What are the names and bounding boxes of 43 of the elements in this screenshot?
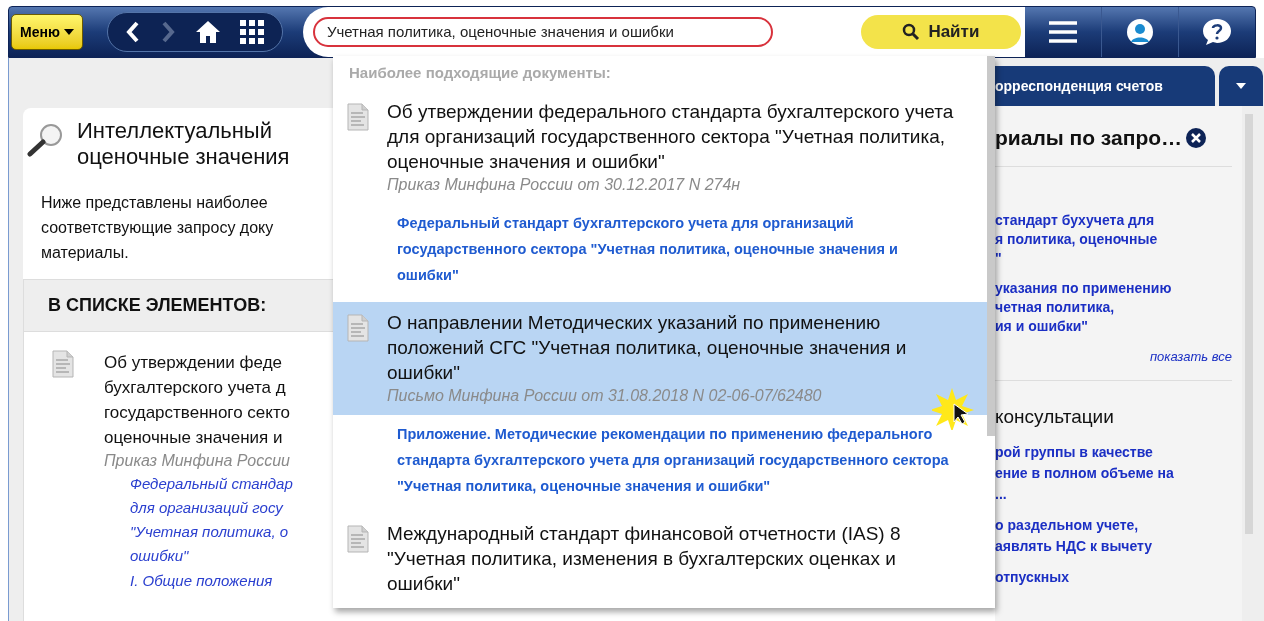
suggestion-title: Международный стандарт финансовой отчетности (IAS) 8 "Учетная политика, изменения в бухгалтерских оценках и ошибки" (387, 521, 902, 596)
suggestion-title: Об утверждении федерального стандарта бухгалтерского учета для организаций государственного сектора "Учетная политика, оценочные значения и ошибки" (387, 99, 955, 174)
document-icon (347, 524, 369, 553)
suggestion-item[interactable]: Об утверждении федерального стандарта бухгалтерского учета для организаций государственного сектора "Учетная политика, оценочные значения и ошибки" Приказ Минфина России от 30.12.2017 N 274н (333, 90, 987, 204)
search-field[interactable]: Учетная политика, оценочные значения и ошибки (312, 17, 773, 47)
caret-icon (63, 29, 74, 35)
dropdown-heading: Наиболее подходящие документы: (348, 63, 612, 83)
suggestion-item[interactable]: О направлении Методических указаний по применению положений СГС "Учетная политика, оценочные значения и ошибки" Письмо Минфина России от 31.08.2018 N 02-06-07/62480 (333, 301, 987, 415)
search-icon (902, 23, 921, 41)
document-source: Приказ Минфина России (104, 451, 291, 471)
page-title: Интеллектуальный оценочные значения (77, 118, 290, 170)
menu-button[interactable]: Меню (11, 14, 83, 50)
suggestion-link[interactable]: Федеральный стандарт бухгалтерского учета для организаций государственного сектора "Учетная политика, оценочные значения и ошибки" (333, 203, 963, 302)
suggestion-link[interactable]: Приложение. Методические рекомендации по применению федерального стандарта бухгалтерского учета для организаций государственного сектора "Учетная политика, оценочные значения и ошибки" (333, 414, 963, 513)
home-icon[interactable] (195, 20, 222, 44)
scrollbar[interactable] (1245, 114, 1253, 534)
document-title: Об утверждении феде бухгалтерского учета д государственного секто оценочные значения и (104, 352, 291, 449)
close-icon[interactable] (1186, 127, 1207, 148)
user-icon[interactable] (1125, 18, 1154, 46)
panel-heading: риалы по запро… (995, 125, 1183, 151)
suggestion-source: Письмо Минфина России от 31.08.2018 N 02-06-07/62480 (387, 385, 823, 406)
document-link[interactable]: Федеральный стандар для организаций госу "Учетная политика, о ошибки" (104, 472, 293, 568)
suggestion-item[interactable]: Международный стандарт финансовой отчетности (IAS) 8 "Учетная политика, изменения в бухгалтерских оценках и ошибки" (333, 512, 987, 604)
description-text: Ниже представлены наиболее соответствующие запросу доку материалы. (40, 193, 275, 263)
caret-icon (1236, 83, 1246, 89)
find-button[interactable]: Найти (860, 15, 1021, 49)
grid-icon[interactable] (240, 20, 265, 44)
tab[interactable]: орреспонденция счетов (995, 66, 1215, 106)
section-heading: консультации (995, 405, 1115, 429)
cursor-icon (932, 386, 976, 430)
document-icon (347, 102, 369, 131)
help-icon[interactable] (1202, 18, 1232, 46)
suggestion-title: О направлении Методических указаний по применению положений СГС "Учетная политика, оценочные значения и ошибки" (387, 310, 908, 385)
tabs-dropdown[interactable] (1219, 66, 1263, 106)
section-heading: В СПИСКЕ ЭЛЕМЕНТОВ: (24, 280, 333, 332)
magnifier-icon (27, 122, 65, 158)
show-all-link[interactable]: показать все (1149, 346, 1232, 366)
menu-icon[interactable] (1048, 21, 1077, 43)
suggestion-source: Приказ Минфина России от 30.12.2017 N 274н (387, 174, 742, 195)
document-icon (52, 350, 74, 378)
document-icon (347, 313, 369, 342)
scrollbar[interactable] (987, 56, 995, 436)
section-link[interactable]: I. Общие положения (104, 570, 293, 593)
